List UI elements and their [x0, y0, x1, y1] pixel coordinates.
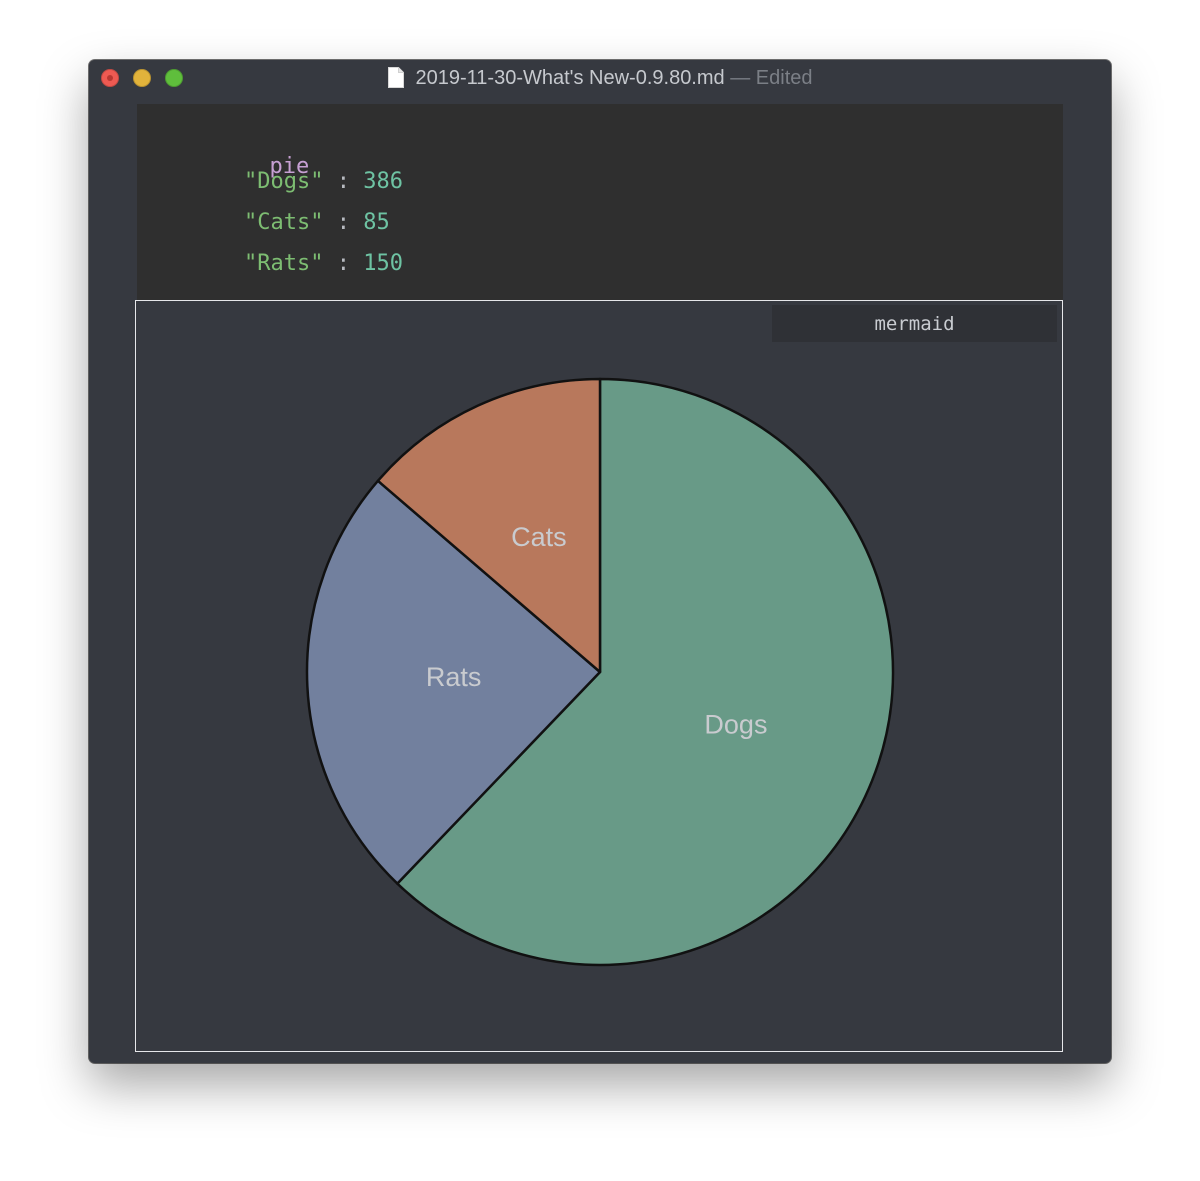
code-separator: : [323, 210, 364, 235]
language-label[interactable]: mermaid [772, 305, 1057, 342]
pie-label-rats: Rats [426, 662, 482, 692]
code-line: "Rats" : 150 [244, 251, 403, 277]
pie-chart: Dogs Rats Cats [305, 377, 895, 967]
document-filename: 2019-11-30-What's New-0.9.80.md [415, 66, 725, 89]
code-block[interactable]: pie "Dogs" : 386 "Cats" : 85 "Rats" : 15… [137, 104, 1063, 300]
pie-label-dogs: Dogs [704, 710, 767, 740]
document-icon[interactable] [387, 67, 404, 88]
code-string: "Dogs" [244, 169, 324, 194]
code-string: "Cats" [244, 210, 324, 235]
title-separator: — [730, 66, 751, 89]
code-number: 386 [363, 169, 403, 194]
title-bar[interactable]: 2019-11-30-What's New-0.9.80.md — Edited [89, 60, 1111, 96]
editor-window: 2019-11-30-What's New-0.9.80.md — Edited… [89, 60, 1111, 1063]
window-title: 2019-11-30-What's New-0.9.80.md — Edited [89, 60, 1111, 96]
code-separator: : [323, 251, 364, 276]
code-separator: : [323, 169, 364, 194]
code-line: "Dogs" : 386 [244, 169, 403, 195]
edited-status: Edited [755, 66, 813, 89]
code-number: 85 [363, 210, 390, 235]
pie-label-cats: Cats [511, 522, 567, 552]
code-line: "Cats" : 85 [244, 210, 390, 236]
code-number: 150 [363, 251, 403, 276]
diagram-preview[interactable]: Dogs Rats Cats mermaid [135, 300, 1063, 1052]
code-string: "Rats" [244, 251, 324, 276]
